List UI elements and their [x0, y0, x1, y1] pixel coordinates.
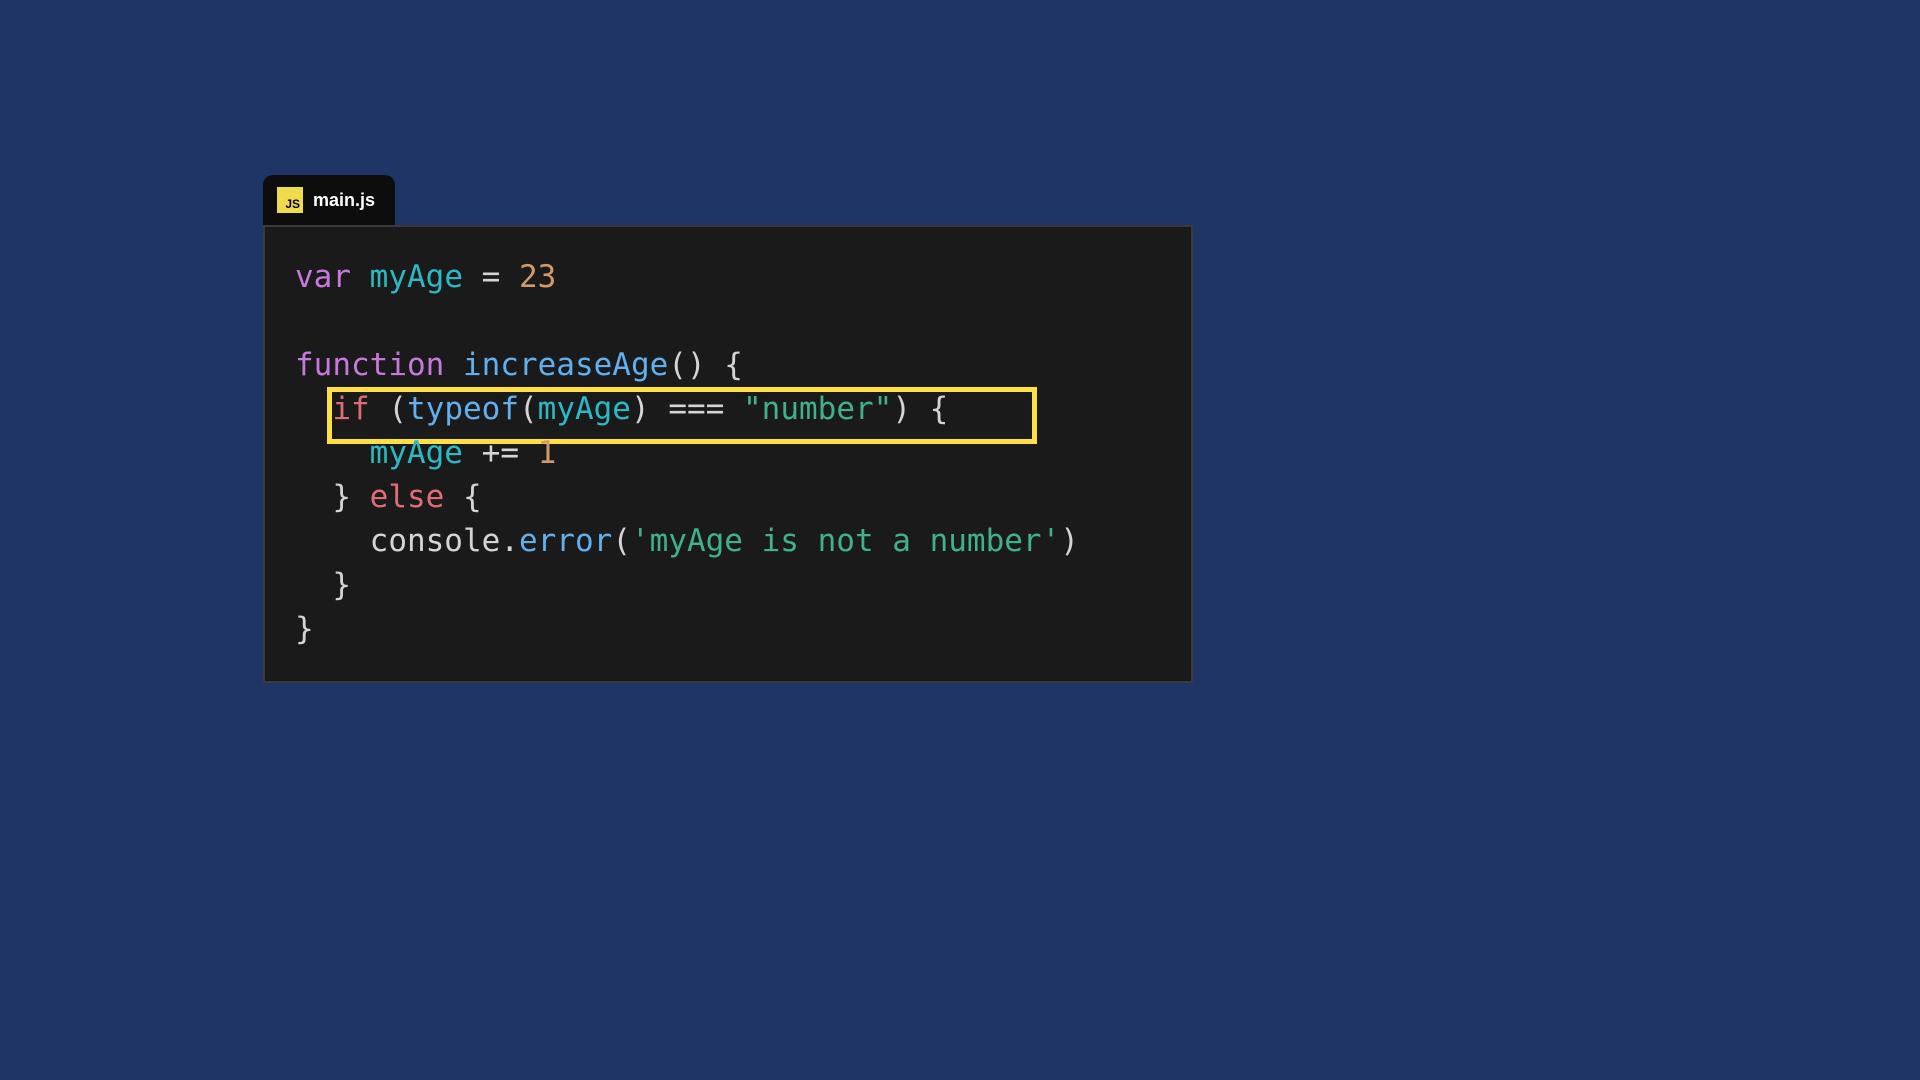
identifier: myAge: [538, 391, 631, 427]
code-area[interactable]: var myAge = 23 function increaseAge() { …: [263, 225, 1193, 683]
js-file-icon: JS: [277, 187, 303, 213]
brace: {: [724, 347, 743, 383]
identifier: myAge: [370, 435, 463, 471]
code-content: var myAge = 23 function increaseAge() { …: [295, 255, 1161, 651]
parens: (): [668, 347, 705, 383]
function-name: increaseAge: [463, 347, 668, 383]
string-literal: 'myAge is not a number': [631, 523, 1060, 559]
js-icon-label: JS: [285, 197, 300, 211]
operator: +=: [482, 435, 519, 471]
brace: {: [463, 479, 482, 515]
keyword-var: var: [295, 259, 351, 295]
paren: (: [388, 391, 407, 427]
operator: =: [482, 259, 501, 295]
object: console: [370, 523, 501, 559]
code-editor-window: JS main.js var myAge = 23 function incre…: [263, 175, 1193, 683]
tab-filename: main.js: [313, 190, 375, 211]
dot: .: [500, 523, 519, 559]
tab-bar: JS main.js: [263, 175, 1193, 225]
file-tab[interactable]: JS main.js: [263, 175, 395, 225]
keyword-if: if: [332, 391, 369, 427]
number-literal: 23: [519, 259, 556, 295]
paren: ): [892, 391, 911, 427]
brace: }: [295, 611, 314, 647]
typeof-operator: typeof: [407, 391, 519, 427]
brace: {: [930, 391, 949, 427]
method: error: [519, 523, 612, 559]
brace: }: [332, 479, 351, 515]
identifier: myAge: [370, 259, 463, 295]
paren: (: [519, 391, 538, 427]
brace: }: [332, 567, 351, 603]
paren: ): [631, 391, 650, 427]
paren: ): [1060, 523, 1079, 559]
keyword-function: function: [295, 347, 444, 383]
paren: (: [612, 523, 631, 559]
operator: ===: [668, 391, 724, 427]
keyword-else: else: [370, 479, 445, 515]
number-literal: 1: [538, 435, 557, 471]
string-literal: "number": [743, 391, 892, 427]
